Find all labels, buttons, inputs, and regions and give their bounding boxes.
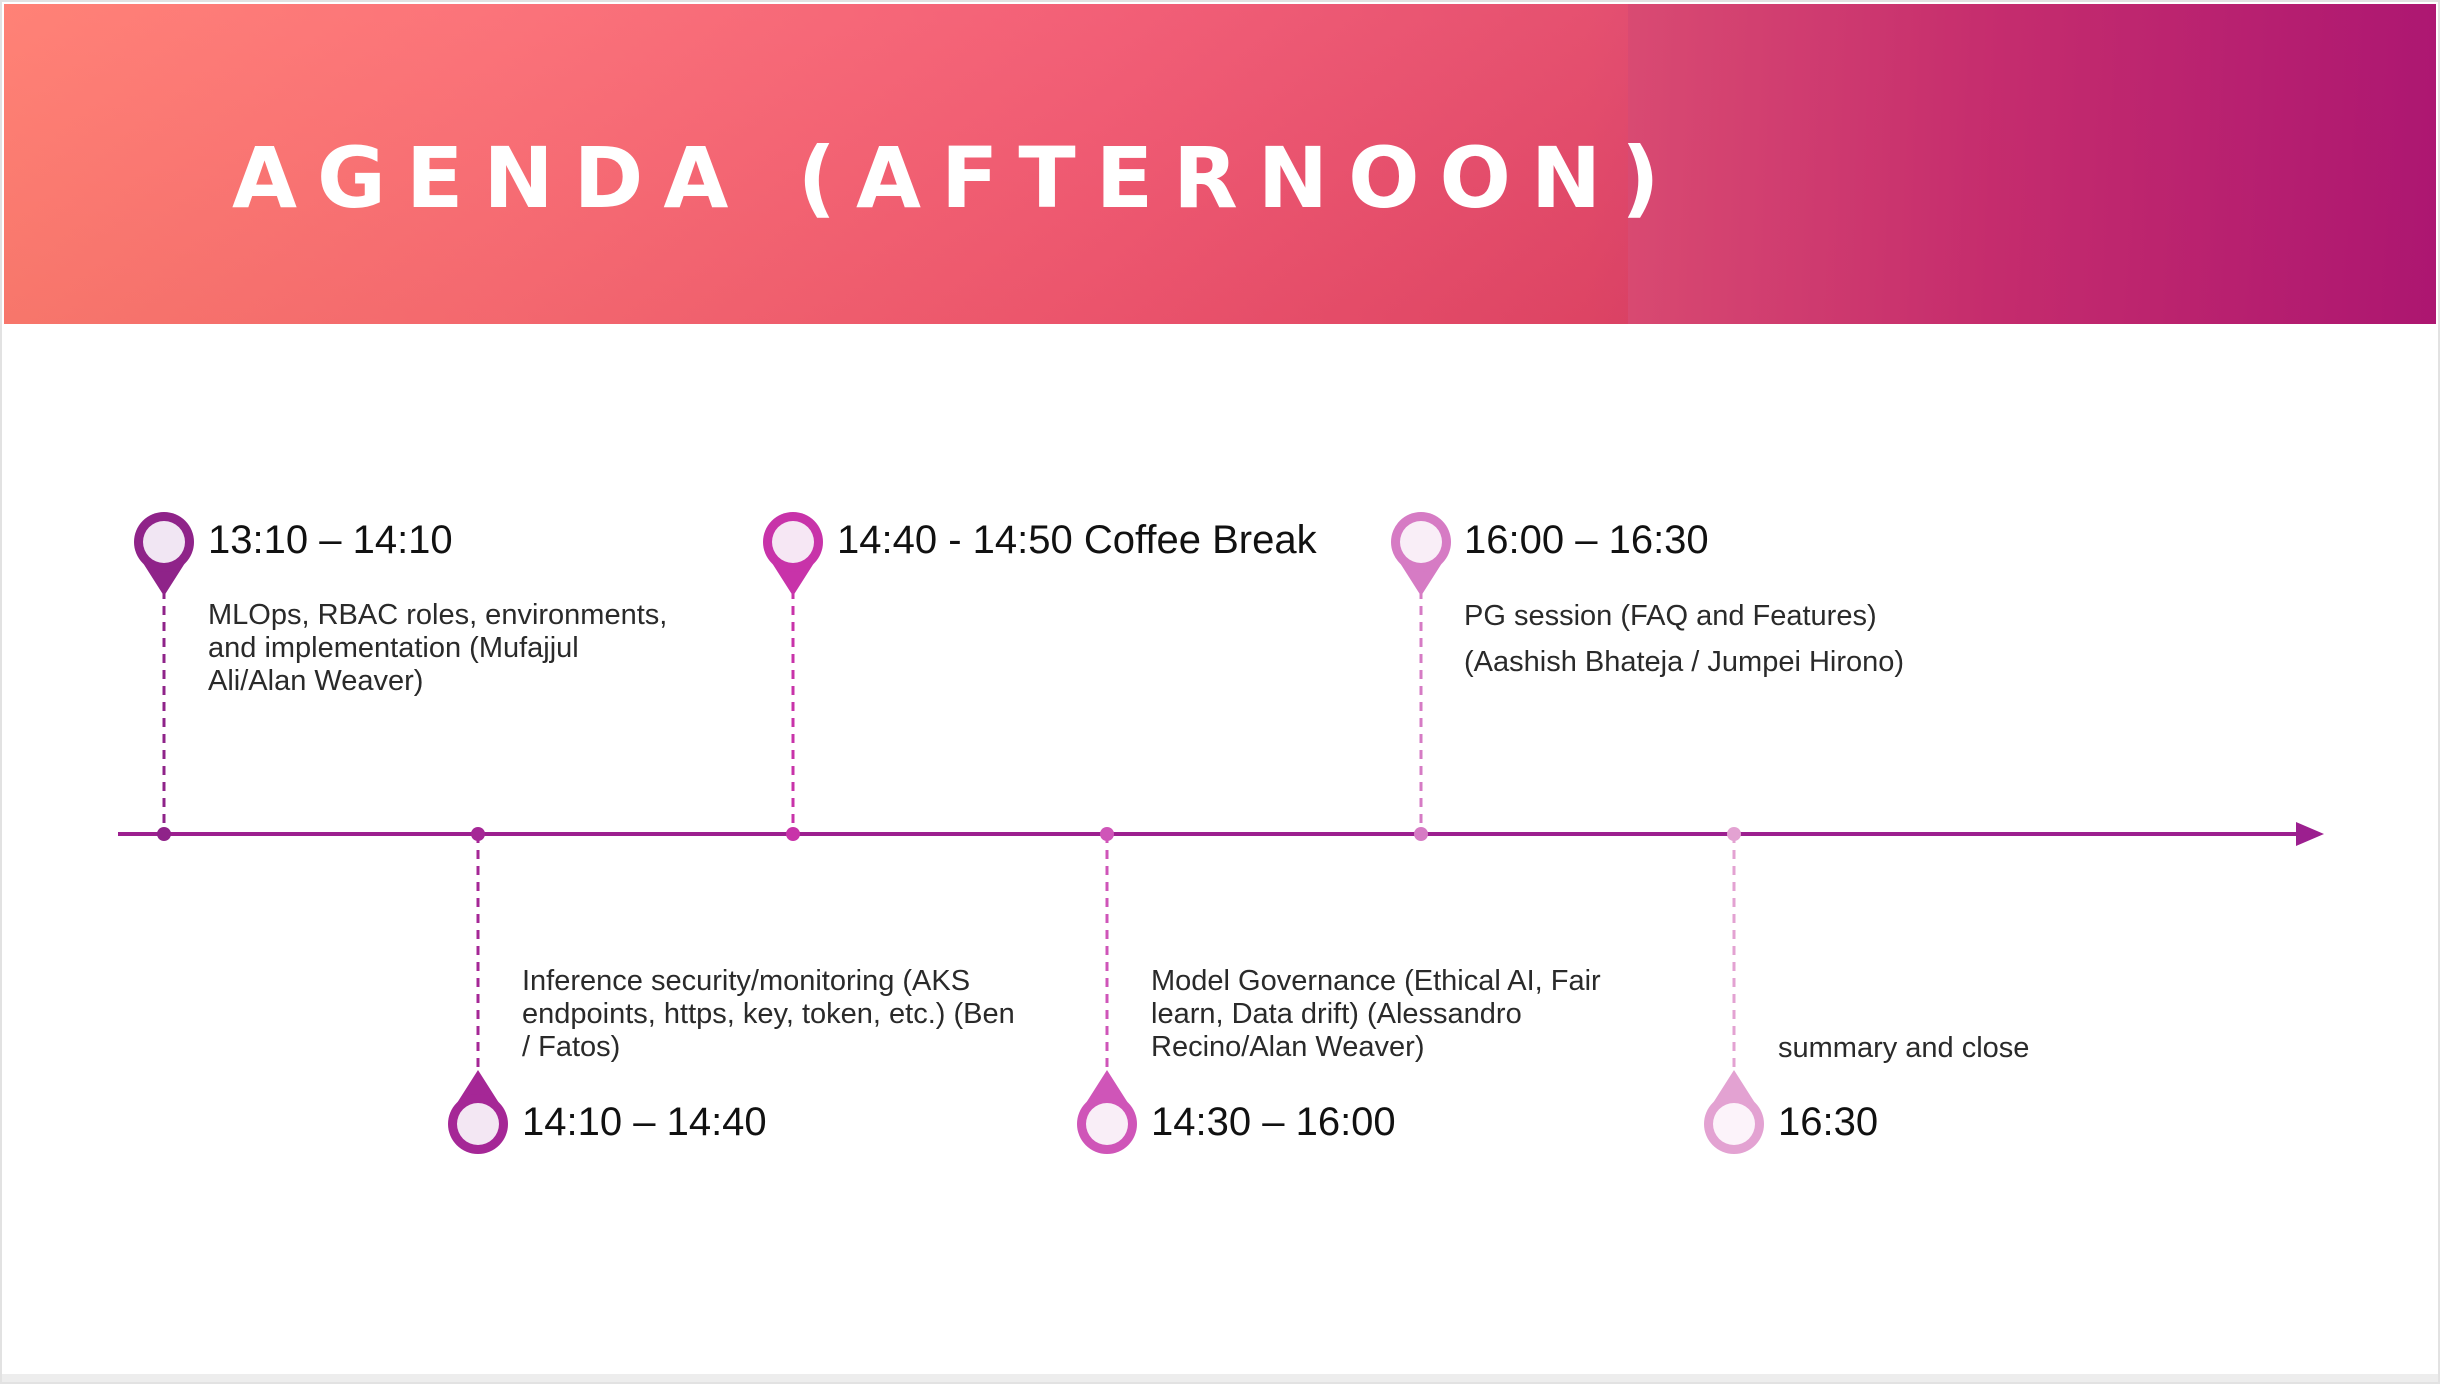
location-pin-icon: [448, 1070, 508, 1154]
slide-bottom-edge: [0, 1374, 2440, 1384]
slot-5-time: 16:00 – 16:30: [1464, 518, 1709, 562]
slot-1-description: MLOps, RBAC roles, environments, and imp…: [208, 599, 667, 698]
axis-dot-3: [786, 827, 800, 841]
axis-dot-6: [1727, 827, 1741, 841]
location-pin-icon: [1077, 1070, 1137, 1154]
slot-1-description-line: Ali/Alan Weaver): [208, 665, 424, 697]
location-pin-icon: [1704, 1070, 1764, 1154]
slide: AGENDA (AFTERNOON) 13:10 – 14:10 MLOps, …: [0, 0, 2440, 1384]
slot-1-description-line: and implementation (Mufajjul: [208, 632, 579, 664]
slot-2-time: 14:10 – 14:40: [522, 1100, 767, 1144]
timeline-arrowhead: [2296, 822, 2324, 846]
slot-3-time: 14:40 - 14:50 Coffee Break: [837, 518, 1317, 562]
axis-dot-5: [1414, 827, 1428, 841]
location-pin-icon: [134, 512, 194, 596]
slot-5-description-line: (Aashish Bhateja / Jumpei Hirono): [1464, 646, 1905, 678]
slot-5-description: PG session (FAQ and Features) (Aashish B…: [1464, 593, 1904, 685]
axis-dot-1: [157, 827, 171, 841]
slot-1-time: 13:10 – 14:10: [208, 518, 453, 562]
slot-2-description-line: endpoints, https, key, token, etc.) (Ben: [522, 998, 1015, 1030]
location-pin-icon: [1391, 512, 1451, 596]
slot-4-description-line: Recino/Alan Weaver): [1151, 1031, 1425, 1063]
slot-6-description: summary and close: [1778, 1032, 2029, 1065]
slot-5-description-line: PG session (FAQ and Features): [1464, 600, 1877, 632]
slot-6-description-line: summary and close: [1778, 1032, 2030, 1064]
slot-2-description-line: / Fatos): [522, 1031, 621, 1063]
slot-4-description-line: Model Governance (Ethical AI, Fair: [1151, 965, 1601, 997]
slot-2-description-line: Inference security/monitoring (AKS: [522, 965, 971, 997]
axis-dot-2: [471, 827, 485, 841]
slot-1-description-line: MLOps, RBAC roles, environments,: [208, 599, 668, 631]
slot-6-time: 16:30: [1778, 1100, 1879, 1144]
axis-dot-4: [1100, 827, 1114, 841]
slot-4-description: Model Governance (Ethical AI, Fair learn…: [1151, 965, 1601, 1064]
slot-2-description: Inference security/monitoring (AKS endpo…: [522, 965, 1015, 1064]
slot-4-description-line: learn, Data drift) (Alessandro: [1151, 998, 1522, 1030]
slot-4-time: 14:30 – 16:00: [1151, 1100, 1396, 1144]
location-pin-icon: [763, 512, 823, 596]
